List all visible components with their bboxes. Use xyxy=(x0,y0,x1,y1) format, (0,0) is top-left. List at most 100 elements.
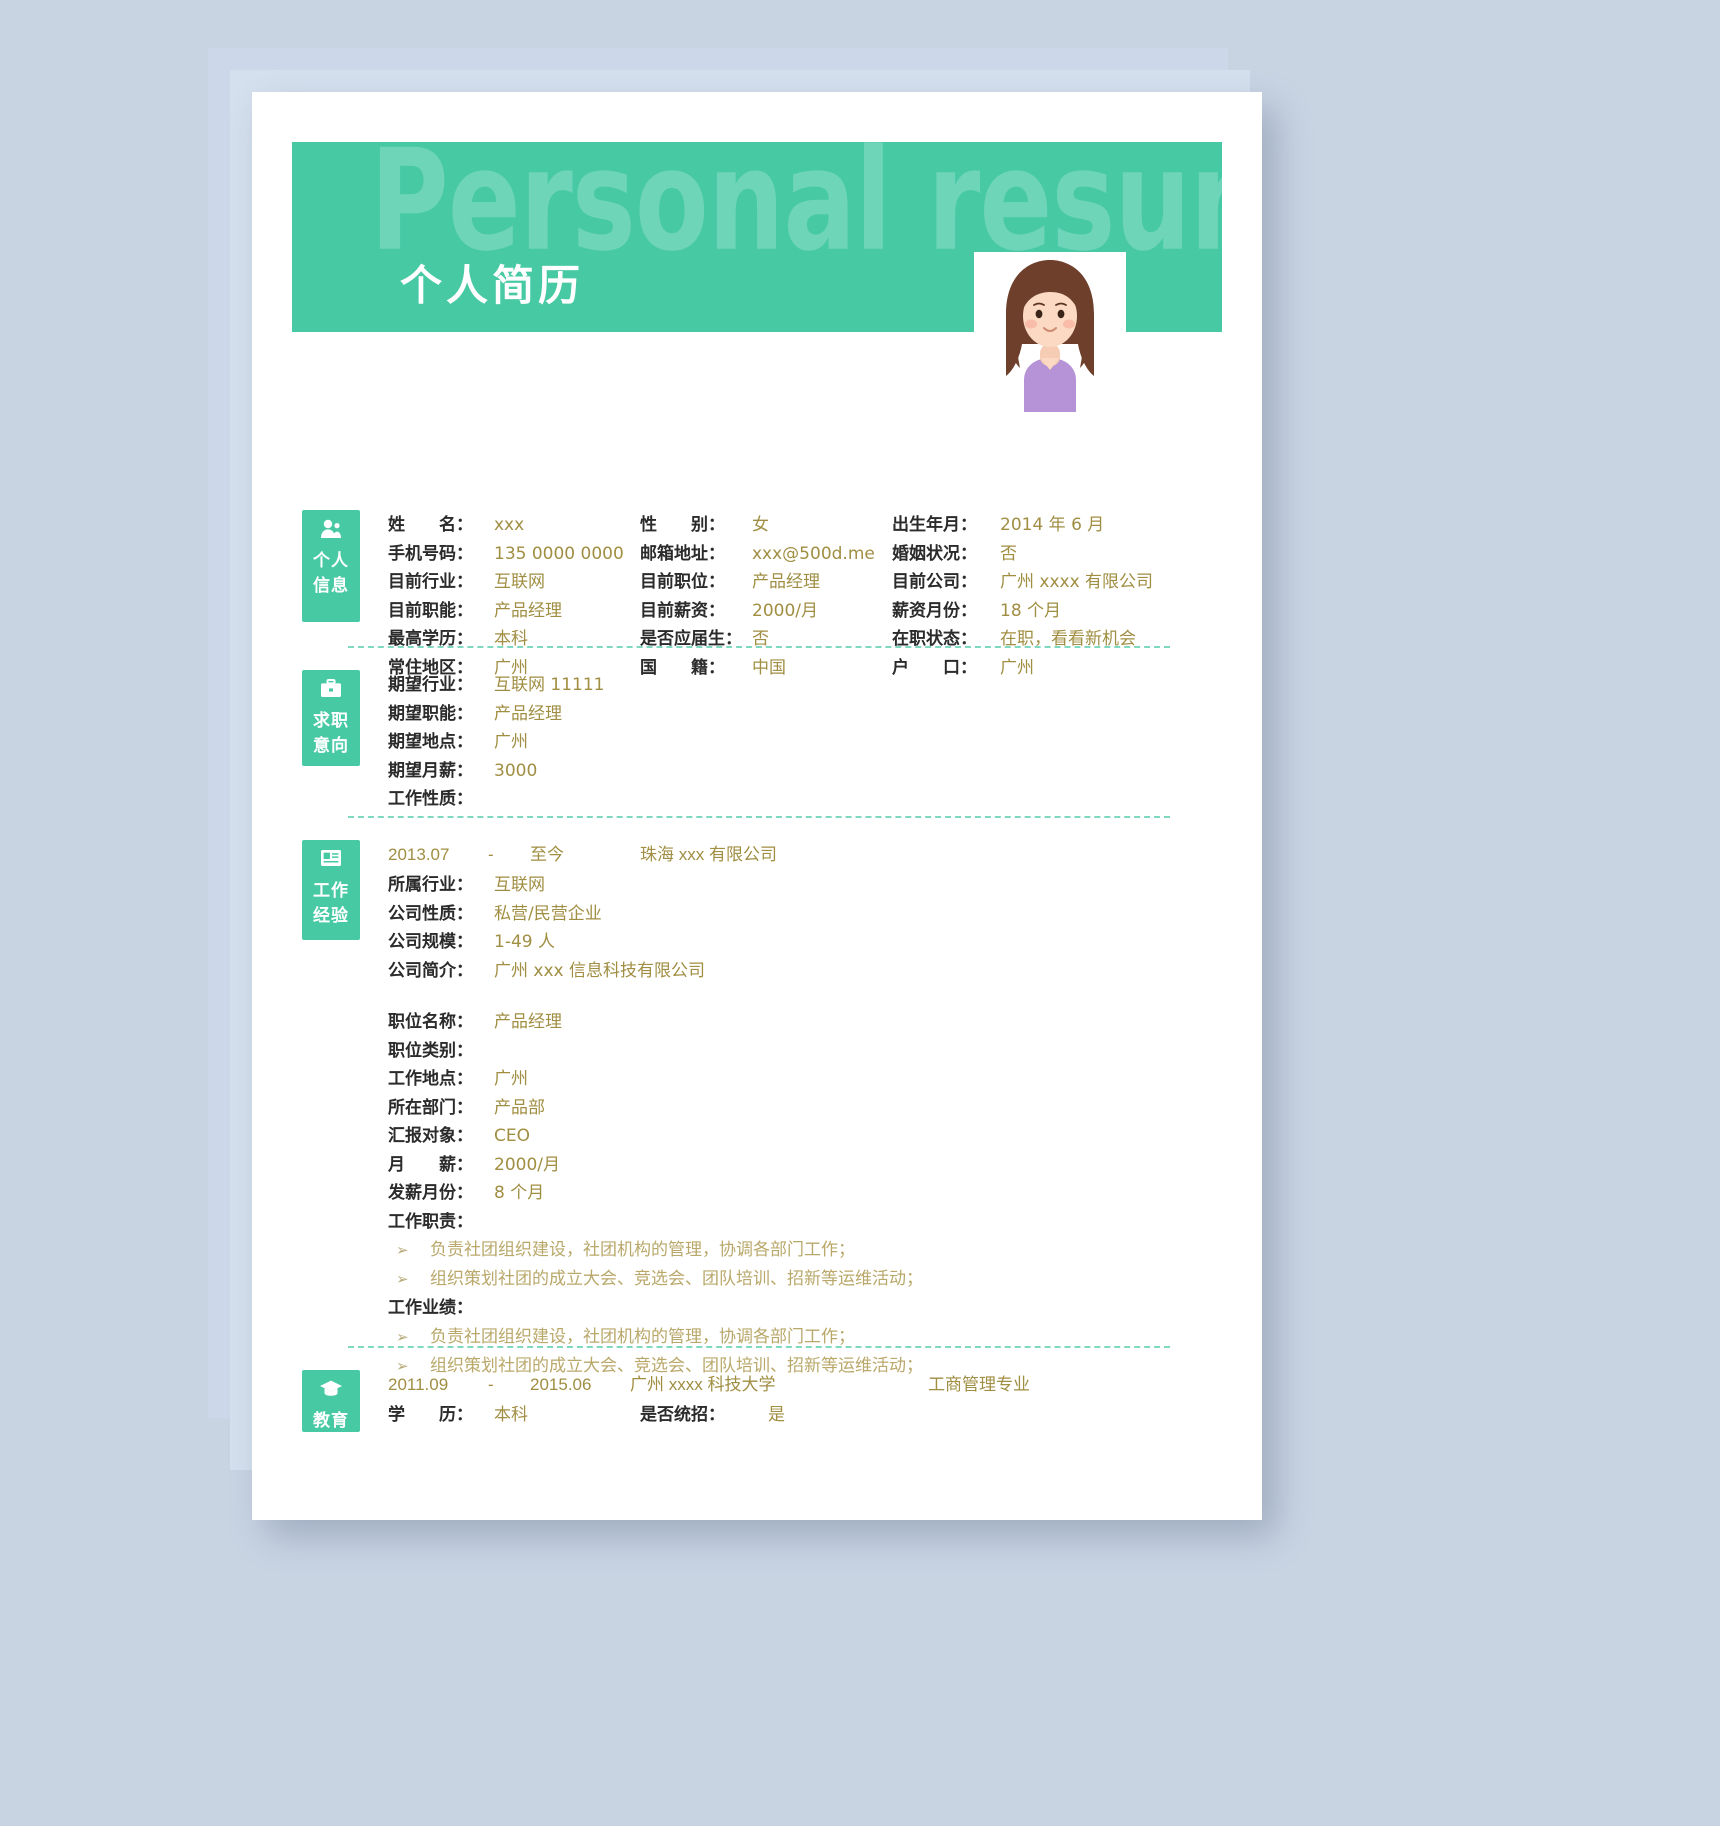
field-value: 产品部 xyxy=(494,1097,545,1118)
badge-work-line2: 经验 xyxy=(313,906,349,925)
briefcase-icon xyxy=(302,678,360,704)
info-field: 目前职能： 产品经理 xyxy=(388,596,640,621)
field-label: 是否统招： xyxy=(640,1405,725,1425)
field-value: 产品经理 xyxy=(752,572,820,592)
field-label: 邮箱地址： xyxy=(640,543,725,564)
badge-intention-line2: 意向 xyxy=(313,736,349,755)
arrow-bullet-icon: ➢ xyxy=(396,1270,409,1288)
info-row: 姓 名： xxx 性 别： 女 出生年月： 2014 年 6 月 xyxy=(388,510,1222,539)
education-major: 工商管理专业 xyxy=(928,1375,1030,1394)
field-label: 薪资月份： xyxy=(892,600,977,621)
field-value: 135 0000 0000 xyxy=(494,543,624,564)
field-label: 姓 名： xyxy=(388,515,473,535)
field-label: 期望地点： xyxy=(388,732,473,752)
info-row: 职位名称： 产品经理 xyxy=(388,1007,1222,1036)
education-date-dash: - xyxy=(488,1375,494,1394)
field-label: 职位类别： xyxy=(388,1040,473,1061)
info-row: 目前行业： 互联网 目前职位： 产品经理 目前公司： 广州 xxxx 有限公司 xyxy=(388,567,1222,596)
info-row: 期望行业： 互联网 11111 xyxy=(388,670,1222,699)
badge-personal-line1: 个人 xyxy=(313,551,349,570)
info-row: 所属行业： 互联网 xyxy=(388,870,1222,899)
field-label: 目前薪资： xyxy=(640,600,725,621)
field-label: 婚姻状况： xyxy=(892,543,977,564)
info-row: 所在部门： 产品部 xyxy=(388,1093,1222,1122)
field-label: 工作性质： xyxy=(388,789,473,809)
field-label: 工作业绩： xyxy=(388,1298,473,1318)
field-value: 产品经理 xyxy=(494,703,562,724)
field-label: 职位名称： xyxy=(388,1012,473,1032)
field-value: 8 个月 xyxy=(494,1183,545,1203)
list-item-text: 负责社团组织建设，社团机构的管理，协调各部门工作； xyxy=(430,1240,855,1260)
badge-personal-line2: 信息 xyxy=(313,576,349,595)
field-value: 1-49 人 xyxy=(494,932,555,952)
avatar-illustration xyxy=(974,252,1126,412)
field-value: 广州 xyxy=(494,1069,528,1089)
info-field: 目前职位： 产品经理 xyxy=(640,567,892,592)
info-row: 手机号码： 135 0000 0000 邮箱地址： xxx@500d.me 婚姻状况… xyxy=(388,539,1222,568)
personal-info-rows: 姓 名： xxx 性 别： 女 出生年月： 2014 年 6 月 手机号码： 135 0… xyxy=(388,510,1222,681)
field-value: 3000 xyxy=(494,760,538,781)
list-item: ➢ 负责社团组织建设，社团机构的管理，协调各部门工作； xyxy=(388,1235,1222,1264)
field-value: 产品经理 xyxy=(494,600,562,621)
field-value: 2000/月 xyxy=(752,600,818,621)
field-value: 本科 xyxy=(494,1405,528,1425)
info-row: 职位类别： xyxy=(388,1036,1222,1065)
badge-personal-info: 个人 信息 xyxy=(302,510,360,622)
field-label: 所属行业： xyxy=(388,875,473,895)
divider-after-intention xyxy=(348,816,1170,818)
badge-work-experience: 工作 经验 xyxy=(302,840,360,940)
info-row: 公司性质： 私营/民营企业 xyxy=(388,899,1222,928)
field-label: 目前职能： xyxy=(388,600,473,621)
work-date-dash: - xyxy=(488,845,494,864)
info-row: 月 薪： 2000/月 xyxy=(388,1150,1222,1179)
info-row: 期望地点： 广州 xyxy=(388,727,1222,756)
field-label: 手机号码： xyxy=(388,543,473,564)
resume-sheet: Personal resume 个人简历 xyxy=(252,92,1262,1520)
id-card-icon xyxy=(302,848,360,874)
field-label: 目前公司： xyxy=(892,572,977,592)
person-icon xyxy=(302,518,360,544)
work-entry-header: 2013.07 - 至今 珠海 xxx 有限公司 xyxy=(388,840,1222,870)
info-row: 工作性质： xyxy=(388,784,1222,813)
field-value: 女 xyxy=(752,515,769,535)
info-row: 公司简介： 广州 xxx 信息科技有限公司 xyxy=(388,956,1222,985)
divider-after-personal xyxy=(348,646,1170,648)
field-label: 目前职位： xyxy=(640,572,725,592)
field-value: xxx xyxy=(494,515,525,535)
screenshot-canvas: Personal resume 个人简历 xyxy=(0,0,1720,1826)
info-row: 公司规模： 1-49 人 xyxy=(388,927,1222,956)
page-title: 个人简历 xyxy=(400,262,585,309)
field-value: 广州 xxxx 有限公司 xyxy=(1000,572,1154,592)
info-row: 工作地点： 广州 xyxy=(388,1064,1222,1093)
arrow-bullet-icon: ➢ xyxy=(396,1241,409,1259)
badge-education-line1: 教育 xyxy=(313,1411,349,1430)
field-label: 月 薪： xyxy=(388,1154,473,1175)
info-field: 姓 名： xxx xyxy=(388,510,640,535)
field-value: 广州 xyxy=(494,732,528,752)
education-entry-header: 2011.09 - 2015.06 广州 xxxx 科技大学 工商管理专业 xyxy=(388,1370,1222,1400)
field-value: 2000/月 xyxy=(494,1154,560,1175)
badge-education: 教育 xyxy=(302,1370,360,1432)
work-company-name: 珠海 xxx 有限公司 xyxy=(640,845,777,864)
field-value: 广州 xxx 信息科技有限公司 xyxy=(494,960,705,981)
field-value: CEO xyxy=(494,1126,530,1146)
graduation-cap-icon xyxy=(302,1378,360,1404)
education-date-from: 2011.09 xyxy=(388,1375,449,1394)
info-row: 目前职能： 产品经理 目前薪资： 2000/月 薪资月份： 18 个月 xyxy=(388,596,1222,625)
info-field: 手机号码： 135 0000 0000 xyxy=(388,539,640,564)
field-label: 期望行业： xyxy=(388,675,473,695)
field-value: 18 个月 xyxy=(1000,600,1062,621)
field-value: xxx@500d.me xyxy=(752,543,875,564)
work-experience-rows: 2013.07 - 至今 珠海 xxx 有限公司 所属行业： 互联网 公司性质： 私… xyxy=(388,840,1222,1380)
work-date-to: 至今 xyxy=(530,845,564,864)
field-label: 公司性质： xyxy=(388,903,473,924)
field-label: 性 别： xyxy=(640,515,725,535)
field-value: 产品经理 xyxy=(494,1012,562,1032)
field-label: 工作地点： xyxy=(388,1069,473,1089)
info-field: 出生年月： 2014 年 6 月 xyxy=(892,510,1192,535)
field-label: 期望职能： xyxy=(388,703,473,724)
info-field: 目前公司： 广州 xxxx 有限公司 xyxy=(892,567,1192,592)
field-label: 学 历： xyxy=(388,1405,473,1425)
field-value: 是 xyxy=(768,1405,785,1425)
